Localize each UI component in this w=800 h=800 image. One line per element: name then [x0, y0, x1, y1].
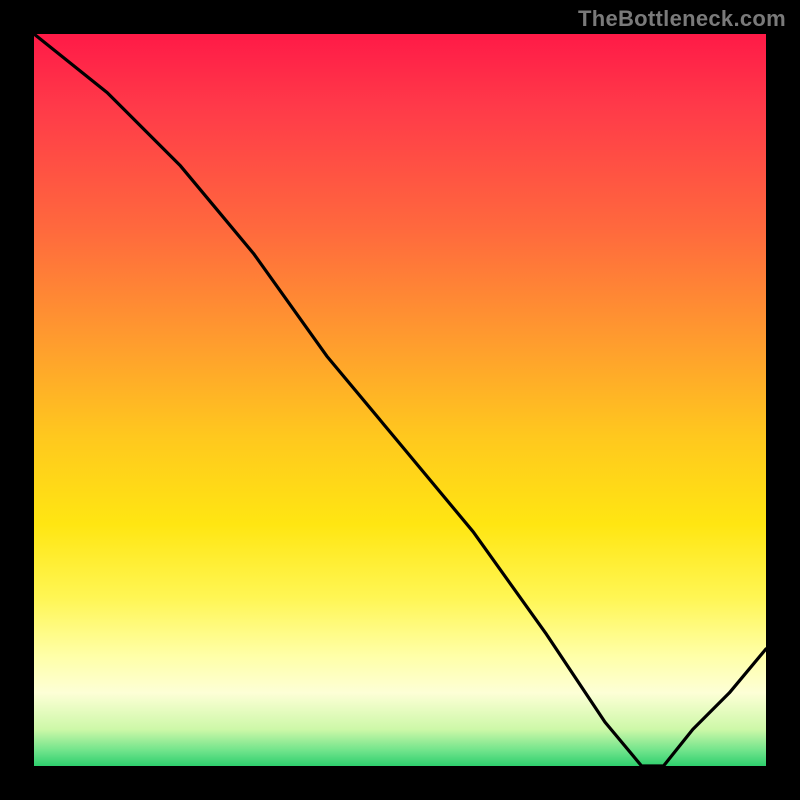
watermark-text: TheBottleneck.com: [578, 6, 786, 32]
bottleneck-curve: [34, 34, 766, 766]
chart-plot-area: [34, 34, 766, 766]
